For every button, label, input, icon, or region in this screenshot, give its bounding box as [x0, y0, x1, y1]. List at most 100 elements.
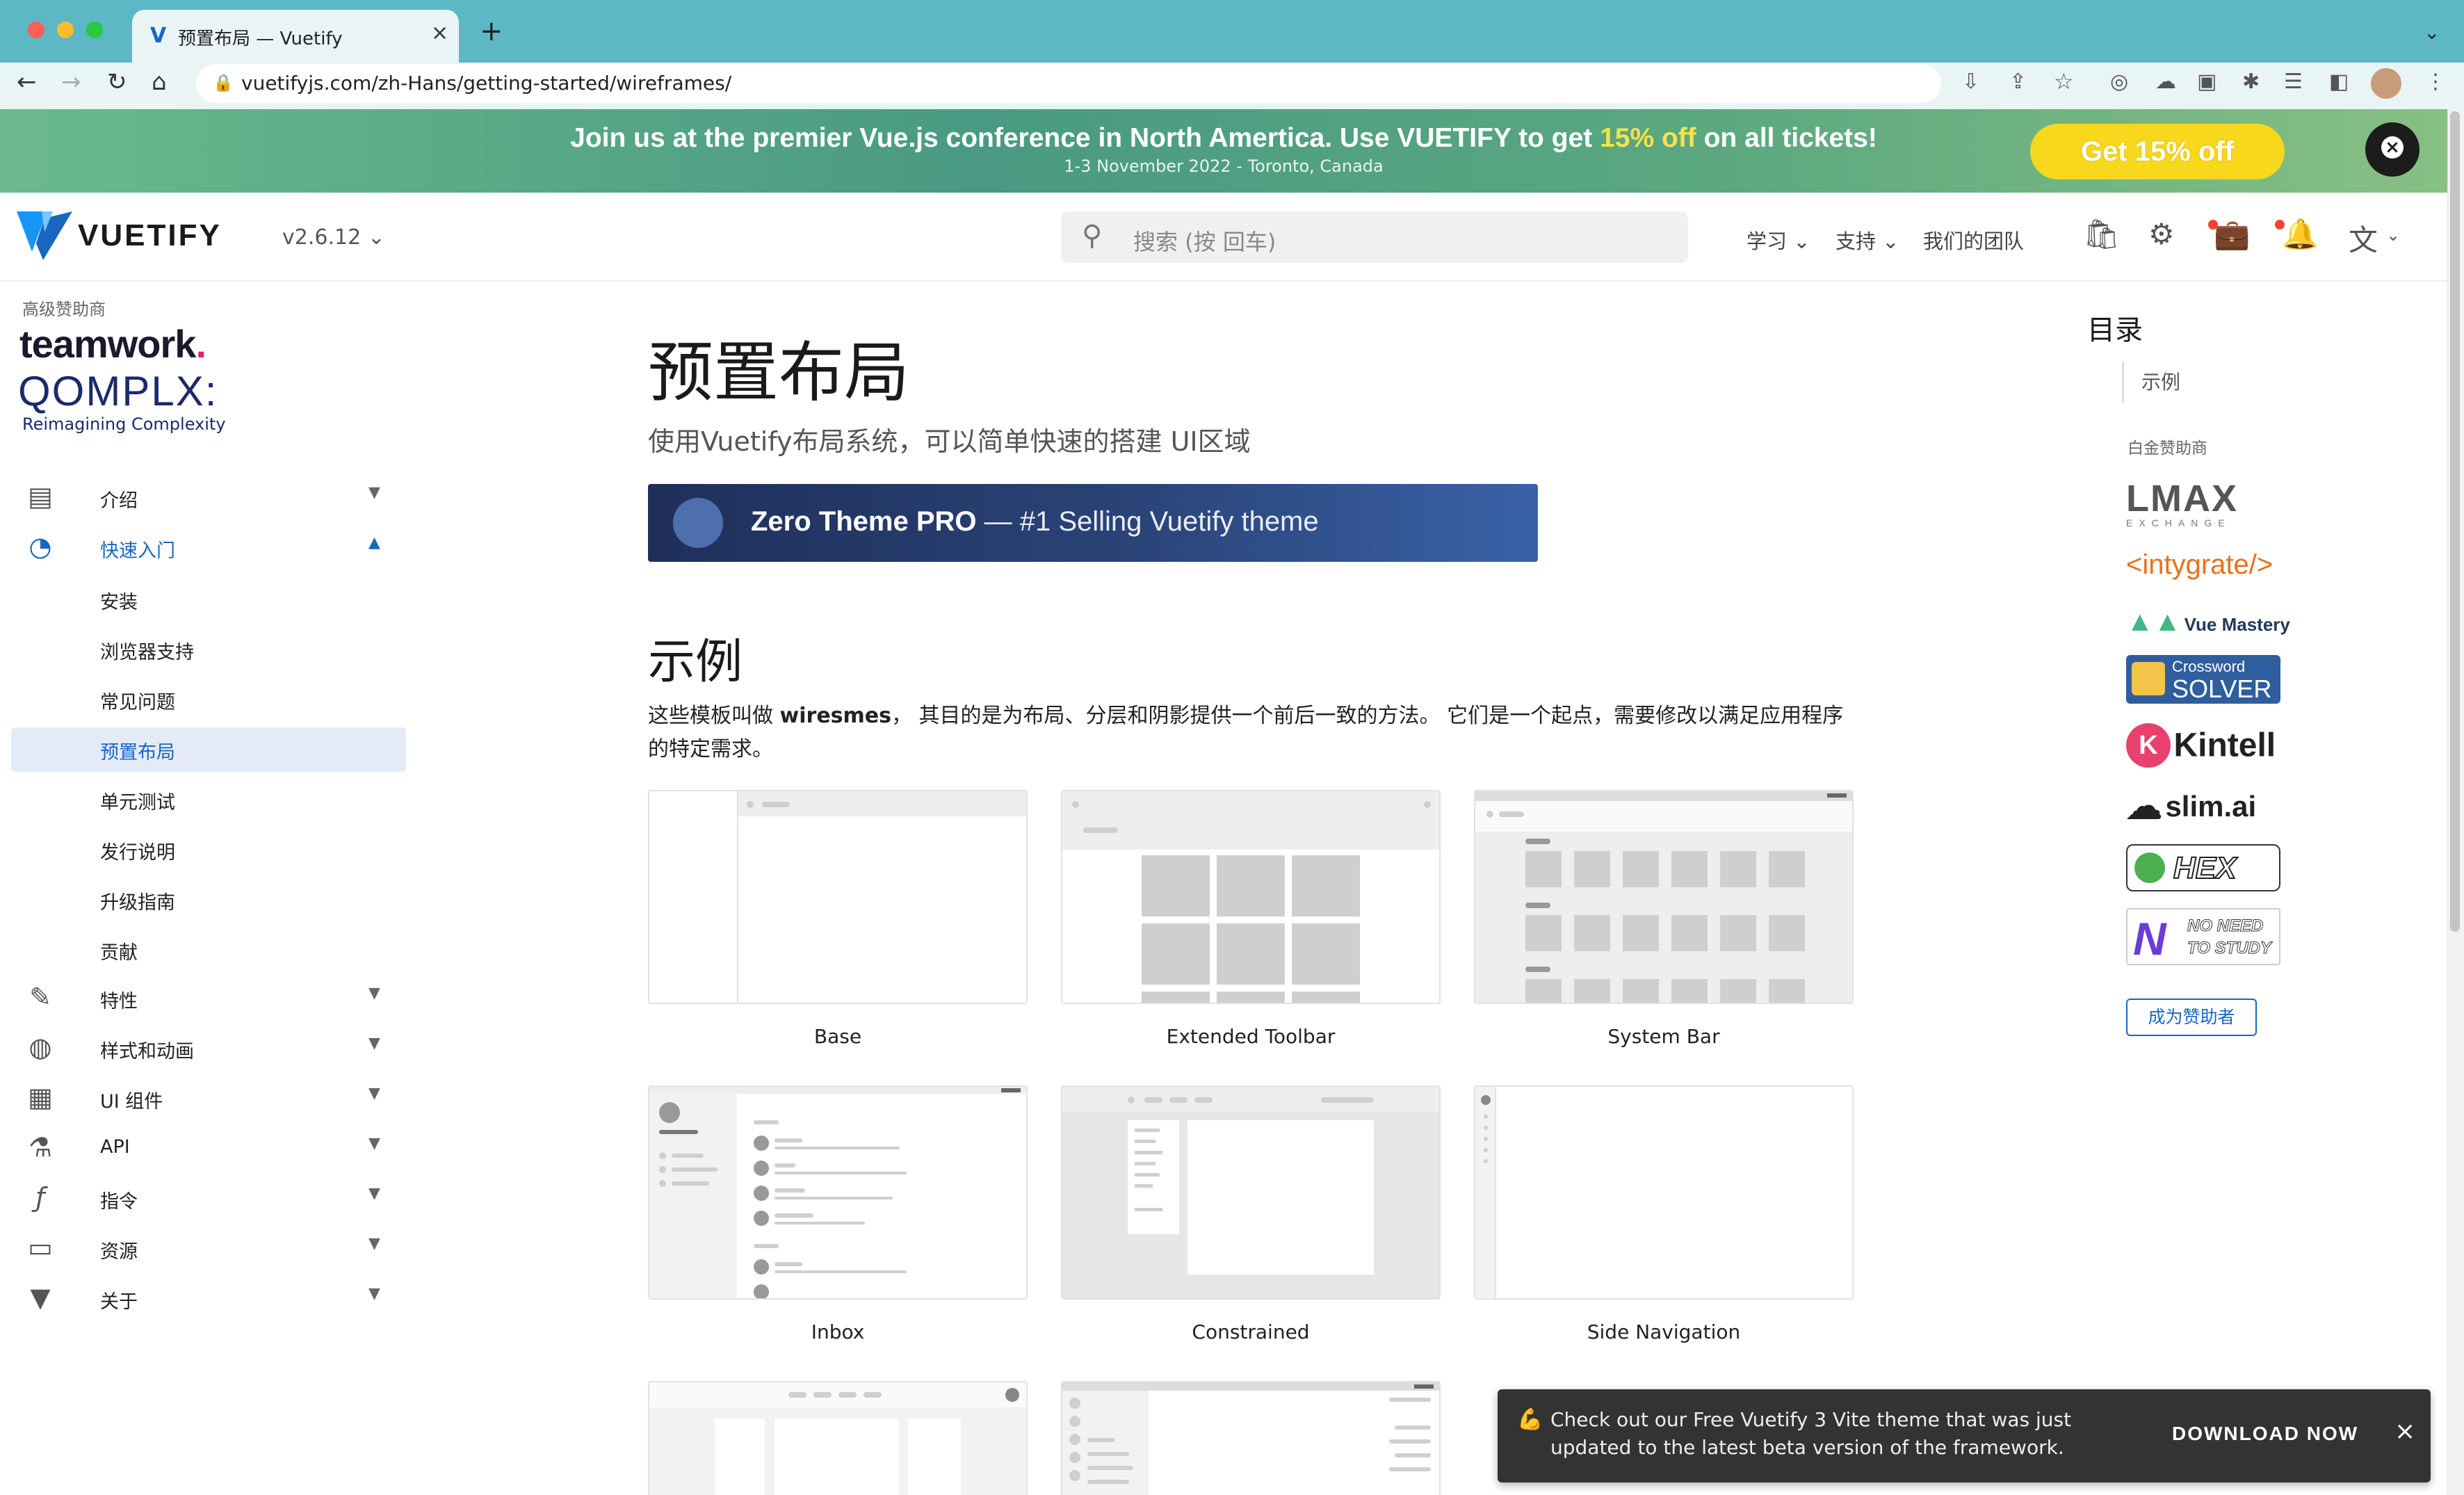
- sidebar-subitem-contributing[interactable]: 贡献: [100, 937, 138, 964]
- vuetify-logo-icon[interactable]: [17, 211, 72, 260]
- wireframe-card-system-bar[interactable]: [1474, 790, 1854, 1004]
- wireframe-card-inbox[interactable]: [648, 1085, 1028, 1300]
- kintell-k-icon: K: [2126, 723, 2171, 768]
- tab-search-icon[interactable]: ⌄: [2424, 21, 2440, 44]
- cloud-icon: ☁: [2126, 786, 2162, 827]
- sidebar-item-label: 关于: [100, 1291, 138, 1313]
- wireframe-card-constrained[interactable]: [1061, 1085, 1441, 1300]
- sidebar-subitem-release-notes[interactable]: 发行说明: [100, 837, 175, 864]
- zero-theme-banner[interactable]: Zero Theme PRO — #1 Selling Vuetify them…: [648, 484, 1538, 562]
- minimize-window-icon[interactable]: [57, 22, 74, 38]
- sponsor-crossword-solver-logo[interactable]: Crossword SOLVER: [2126, 655, 2280, 704]
- browser-tab[interactable]: V 预置布局 — Vuetify ×: [132, 10, 459, 63]
- sponsor-vue-mastery-logo[interactable]: ▲▲ Vue Mastery: [2126, 606, 2290, 638]
- sidebar-item-about[interactable]: ▼ 关于 ▼: [0, 1275, 417, 1318]
- sidebar-item-intro[interactable]: ▤ 介绍 ▼: [0, 474, 417, 517]
- card-label-extended-toolbar[interactable]: Extended Toolbar: [1061, 1025, 1441, 1048]
- sponsor-qomplx-logo[interactable]: QOMPLX:: [18, 367, 218, 415]
- wireframe-card-side-navigation[interactable]: [1474, 1085, 1854, 1300]
- translate-icon[interactable]: 文: [2349, 217, 2378, 259]
- download-now-button[interactable]: DOWNLOAD NOW: [2172, 1423, 2358, 1445]
- sponsor-kintell-logo[interactable]: K Kintell: [2126, 723, 2276, 768]
- search-input[interactable]: ⚲ 搜索 (按 回车): [1061, 211, 1688, 263]
- chevron-down-icon: ▼: [368, 1185, 380, 1202]
- notification-dot: [2275, 220, 2285, 229]
- toc-track: [2122, 362, 2124, 403]
- settings-gear-icon[interactable]: ⚙: [2148, 217, 2175, 251]
- scrollbar-thumb[interactable]: [2450, 111, 2460, 932]
- sidebar-item-styles[interactable]: ◍ 样式和动画 ▼: [0, 1025, 417, 1068]
- nav-support[interactable]: 支持 ⌄: [1835, 225, 1899, 254]
- sponsor-no-need-to-study-logo[interactable]: N NO NEED TO STUDY: [2126, 908, 2280, 965]
- reading-list-icon[interactable]: ☰: [2284, 70, 2303, 94]
- sidebar-subitem-faq[interactable]: 常见问题: [100, 687, 175, 714]
- menu-icon[interactable]: ⋮: [2425, 70, 2446, 94]
- chevron-down-icon: ▼: [368, 484, 380, 501]
- reload-icon[interactable]: ↻: [107, 68, 127, 96]
- snackbar-close-icon[interactable]: ×: [2394, 1417, 2415, 1446]
- sponsor-teamwork-logo[interactable]: teamwork.: [19, 321, 206, 366]
- forward-icon[interactable]: →: [61, 68, 81, 96]
- profile-avatar[interactable]: [2371, 68, 2401, 99]
- sponsor-lmax-logo[interactable]: LMAX EXCHANGE: [2126, 480, 2238, 528]
- jobs-briefcase-icon[interactable]: 💼: [2214, 217, 2250, 252]
- notification-dot: [2208, 220, 2218, 229]
- bookmark-star-icon[interactable]: ☆: [2054, 68, 2074, 95]
- sidebar-item-label: API: [100, 1136, 130, 1158]
- sidebar-subitem-wireframes[interactable]: 预置布局: [100, 737, 175, 764]
- side-panel-icon[interactable]: ◧: [2329, 70, 2349, 94]
- sponsor-slim-ai-logo[interactable]: ☁ slim.ai: [2126, 786, 2256, 827]
- sidebar-subitem-installation[interactable]: 安装: [100, 587, 138, 614]
- version-selector[interactable]: v2.6.12 ⌄: [282, 225, 385, 250]
- examples-description: 这些模板叫做 wiresmes， 其目的是为布局、分层和阴影提供一个前后一致的方…: [648, 704, 1844, 761]
- notifications-bell-icon[interactable]: 🔔: [2282, 217, 2318, 252]
- sidebar-subitem-browser-support[interactable]: 浏览器支持: [100, 637, 194, 664]
- back-icon[interactable]: ←: [17, 68, 37, 96]
- wireframe-card-base[interactable]: [648, 790, 1028, 1004]
- sidebar-subitem-unit-testing[interactable]: 单元测试: [100, 787, 175, 814]
- nav-learn[interactable]: 学习 ⌄: [1746, 225, 1810, 254]
- promo-cta-button[interactable]: Get 15% off: [2030, 124, 2285, 179]
- card-label-system-bar[interactable]: System Bar: [1474, 1025, 1854, 1048]
- card-label-base[interactable]: Base: [648, 1025, 1028, 1048]
- brand-name[interactable]: VUETIFY: [78, 218, 222, 253]
- maximize-window-icon[interactable]: [86, 22, 103, 38]
- extension-icon[interactable]: ◎: [2110, 70, 2128, 94]
- wireframe-card-extended-toolbar[interactable]: [1061, 790, 1441, 1004]
- chevron-down-icon: ▼: [368, 1085, 380, 1102]
- become-sponsor-button[interactable]: 成为赞助者: [2126, 999, 2257, 1036]
- sidebar-subitem-upgrade-guide[interactable]: 升级指南: [100, 887, 175, 914]
- sidebar-item-features[interactable]: ✎ 特性 ▼: [0, 975, 417, 1018]
- wireframe-card[interactable]: [1061, 1381, 1441, 1495]
- shop-bag-icon[interactable]: 🛍: [2083, 217, 2120, 252]
- wireframe-card[interactable]: [648, 1381, 1028, 1495]
- sponsor-intygrate-logo[interactable]: <intygrate/>: [2126, 549, 2273, 581]
- sidebar-item-directives[interactable]: ƒ 指令 ▼: [0, 1175, 417, 1218]
- extension-icon[interactable]: ▣: [2197, 70, 2216, 94]
- card-label-side-navigation[interactable]: Side Navigation: [1474, 1320, 1854, 1343]
- nav-team[interactable]: 我们的团队: [1923, 225, 2024, 254]
- sidebar-item-components[interactable]: ▦ UI 组件 ▼: [0, 1075, 417, 1118]
- new-tab-button[interactable]: +: [480, 15, 503, 47]
- chevron-up-icon: ▲: [368, 534, 380, 551]
- puzzle-icon[interactable]: ✱: [2242, 70, 2260, 94]
- extension-icon[interactable]: ☁: [2155, 70, 2176, 94]
- promo-close-button[interactable]: ×: [2365, 122, 2420, 177]
- address-bar[interactable]: 🔒 vuetifyjs.com/zh-Hans/getting-started/…: [196, 64, 2074, 103]
- card-label-inbox[interactable]: Inbox: [648, 1320, 1028, 1343]
- close-window-icon[interactable]: [28, 22, 44, 38]
- close-tab-icon[interactable]: ×: [431, 21, 448, 45]
- sidebar-item-resources[interactable]: ▭ 资源 ▼: [0, 1225, 417, 1268]
- share-icon[interactable]: ⇪: [2009, 70, 2027, 94]
- sidebar-item-label: 介绍: [100, 490, 138, 512]
- install-icon[interactable]: ⇩: [1962, 70, 1979, 94]
- sidebar-item-getting-started[interactable]: ◔ 快速入门 ▲: [0, 524, 417, 567]
- sponsor-hex-logo[interactable]: HEX: [2126, 844, 2280, 891]
- chevron-down-icon[interactable]: ⌄: [2386, 225, 2400, 245]
- toc-item-examples[interactable]: 示例: [2141, 367, 2180, 395]
- url-text: vuetifyjs.com/zh-Hans/getting-started/wi…: [241, 72, 732, 95]
- card-label-constrained[interactable]: Constrained: [1061, 1320, 1441, 1343]
- sidebar-item-api[interactable]: ⚗ API ▼: [0, 1125, 417, 1168]
- home-icon[interactable]: ⌂: [152, 68, 167, 96]
- sidebar-item-label: 资源: [100, 1241, 138, 1263]
